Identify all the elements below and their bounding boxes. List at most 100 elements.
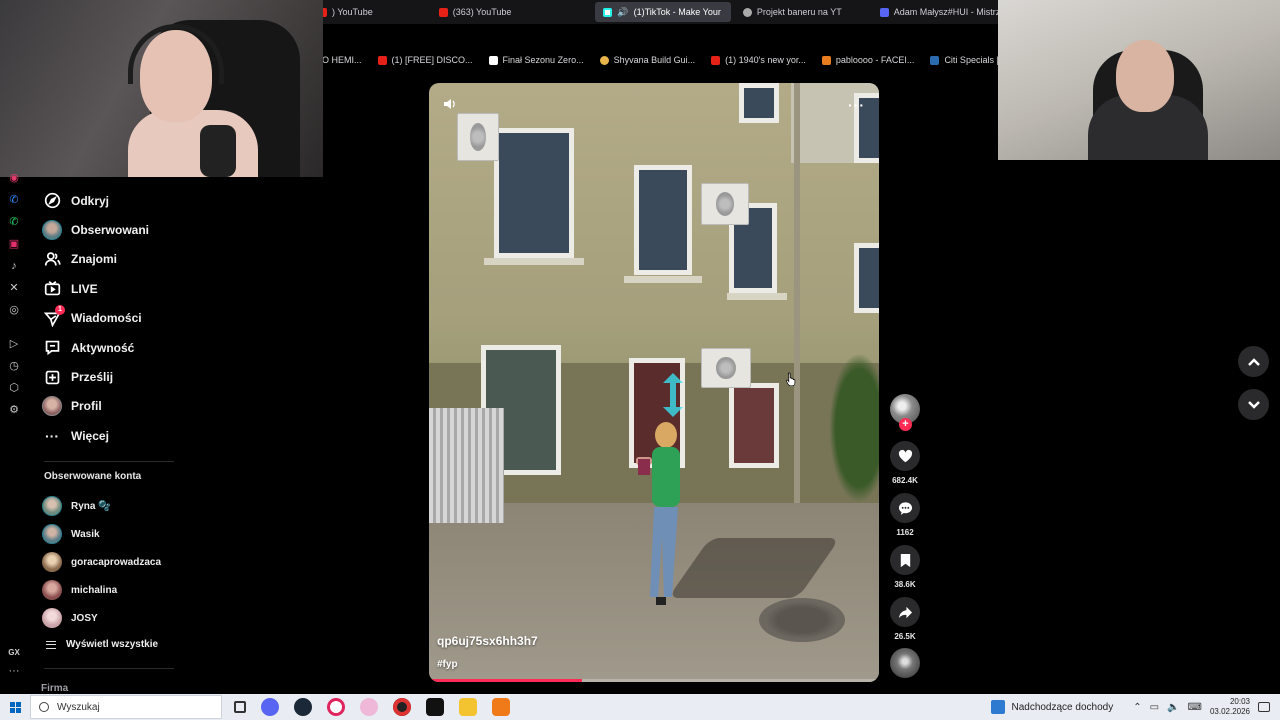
show-all-button[interactable]: Wyświetl wszystkie bbox=[46, 639, 158, 650]
tab-label: Projekt baneru na YT bbox=[756, 7, 842, 17]
sidebar-item-wiadomosci[interactable]: 1 Wiadomości bbox=[40, 304, 200, 333]
sidebar-item-obserwowani[interactable]: Obserwowani bbox=[40, 215, 200, 244]
task-view-icon[interactable] bbox=[234, 701, 246, 713]
more-icon[interactable]: ··· bbox=[8, 665, 20, 677]
author-avatar[interactable]: + bbox=[890, 394, 920, 431]
volume-icon[interactable]: 🔈 bbox=[1167, 702, 1179, 713]
network-icon[interactable]: ▭ bbox=[1150, 702, 1159, 713]
bookmark-item[interactable]: Finał Sezonu Zero... bbox=[488, 55, 584, 65]
clock-date: 03.02.2026 bbox=[1209, 707, 1250, 716]
sidebar-item-znajomi[interactable]: Znajomi bbox=[40, 245, 200, 274]
notifications-icon[interactable] bbox=[1258, 702, 1270, 712]
sidebar-item-aktywnosc[interactable]: Aktywność bbox=[40, 333, 200, 362]
video-scene-window bbox=[729, 383, 779, 468]
system-clock[interactable]: 20:03 03.02.2026 bbox=[1210, 697, 1250, 717]
upload-icon bbox=[42, 367, 62, 387]
avatar bbox=[42, 552, 62, 572]
sidebar-item-odkryj[interactable]: Odkryj bbox=[40, 186, 200, 215]
terminal-app-icon[interactable] bbox=[426, 698, 444, 716]
history-icon[interactable]: ◷ bbox=[8, 360, 20, 372]
followed-account[interactable]: goracaprowadzaca bbox=[42, 548, 202, 576]
orange-app-icon[interactable] bbox=[492, 698, 510, 716]
video-scene-ac-unit bbox=[701, 183, 749, 225]
bookmark-item[interactable]: (1) [FREE] DISCO... bbox=[377, 55, 473, 65]
followed-account[interactable]: JOSY bbox=[42, 604, 202, 632]
music-disc-avatar[interactable] bbox=[890, 648, 920, 678]
tab-label: Adam Małysz#HUI - Mistrz bbox=[893, 7, 1001, 17]
player-icon[interactable]: ▷ bbox=[8, 338, 20, 350]
video-player[interactable]: ··· qp6uj75sx6hh3h7 #fyp bbox=[429, 83, 879, 682]
avatar bbox=[42, 524, 62, 544]
account-name: Wasik bbox=[71, 528, 100, 540]
extensions-icon[interactable]: ⬡ bbox=[8, 382, 20, 394]
avatar bbox=[42, 608, 62, 628]
sidebar-item-label: Więcej bbox=[71, 428, 109, 443]
news-widget[interactable]: Nadchodzące dochody bbox=[991, 700, 1113, 714]
steam-app-icon[interactable] bbox=[294, 698, 312, 716]
start-button[interactable] bbox=[0, 694, 30, 720]
bookmark-item[interactable]: pabloooo - FACEI... bbox=[821, 55, 915, 65]
save-count: 38.6K bbox=[894, 580, 916, 589]
tab-discord[interactable]: Adam Małysz#HUI - Mistrz bbox=[872, 2, 1011, 22]
share-action: 26.5K bbox=[888, 597, 922, 642]
video-scene-person bbox=[636, 422, 680, 605]
avatar bbox=[42, 220, 62, 241]
sidebar-item-przeslij[interactable]: Prześlij bbox=[40, 362, 200, 391]
bookmark-item[interactable]: O HEMI... bbox=[322, 55, 362, 65]
chevron-down-icon bbox=[1247, 400, 1260, 409]
volume-icon[interactable] bbox=[443, 97, 457, 111]
followed-account[interactable]: Ryna 🫧 bbox=[42, 492, 202, 520]
sidebar-item-profil[interactable]: Profil bbox=[40, 392, 200, 421]
bookmark-item[interactable]: (1) 1940's new yor... bbox=[711, 55, 806, 65]
chevron-up-icon[interactable]: ⌃ bbox=[1133, 702, 1141, 713]
streamer-body bbox=[128, 110, 258, 177]
bookmark-label: Finał Sezonu Zero... bbox=[502, 55, 584, 65]
instagram-icon[interactable]: ◉ bbox=[8, 172, 20, 184]
discord-icon[interactable]: ◎ bbox=[8, 304, 20, 316]
snipping-tool-app-icon[interactable] bbox=[360, 698, 378, 716]
account-name: goracaprowadzaca bbox=[71, 556, 162, 568]
sidebar-item-live[interactable]: LIVE bbox=[40, 274, 200, 303]
tab-tiktok[interactable]: 🔊 (1)TikTok - Make Your bbox=[595, 2, 731, 22]
video-author-username[interactable]: qp6uj75sx6hh3h7 bbox=[437, 634, 538, 648]
tab-youtube-2[interactable]: (363) YouTube bbox=[431, 2, 522, 22]
tab-projekt[interactable]: Projekt baneru na YT bbox=[735, 2, 852, 22]
taskbar-search[interactable]: Wyszukaj bbox=[30, 695, 222, 719]
sidebar-item-label: Prześlij bbox=[71, 370, 114, 385]
obs-app-icon[interactable] bbox=[393, 698, 411, 716]
tiktok-sidebar-nav: Odkryj Obserwowani Znajomi LIVE 1 Wiadom… bbox=[40, 186, 200, 451]
globe-icon bbox=[742, 7, 752, 17]
next-video-button[interactable] bbox=[1238, 389, 1269, 420]
settings-icon[interactable]: ⚙ bbox=[8, 404, 20, 416]
file-explorer-app-icon[interactable] bbox=[459, 698, 477, 716]
like-button[interactable] bbox=[890, 441, 920, 471]
x-icon[interactable]: ✕ bbox=[8, 282, 20, 294]
discord-app-icon[interactable] bbox=[261, 698, 279, 716]
more-options-button[interactable]: ··· bbox=[848, 97, 865, 113]
bookmark-item[interactable]: Shyvana Build Gui... bbox=[599, 55, 695, 65]
followed-account[interactable]: Wasik bbox=[42, 520, 202, 548]
share-button[interactable] bbox=[890, 597, 920, 627]
lol-icon bbox=[599, 55, 609, 65]
save-button[interactable] bbox=[890, 545, 920, 575]
whatsapp-icon[interactable]: ✆ bbox=[8, 216, 20, 228]
bookmark-label: pabloooo - FACEI... bbox=[835, 55, 915, 65]
video-hashtag[interactable]: #fyp bbox=[437, 659, 458, 670]
followed-accounts-title: Obserwowane konta bbox=[44, 471, 142, 482]
previous-video-button[interactable] bbox=[1238, 346, 1269, 377]
taskbar-apps bbox=[234, 698, 510, 716]
keyboard-icon[interactable]: ⌨ bbox=[1188, 702, 1202, 713]
browser-sidebar-strip: ◉ ✆ ✆ ▣ ♪ ✕ ◎ ▷ ◷ ⬡ ⚙ GX ··· bbox=[0, 168, 28, 694]
sidebar-item-wiecej[interactable]: ··· Więcej bbox=[40, 421, 200, 450]
messenger-icon[interactable]: ✆ bbox=[8, 194, 20, 206]
avatar bbox=[42, 396, 62, 417]
windows-taskbar: Wyszukaj Nadchodzące dochody ⌃ ▭ 🔈 ⌨ 20:… bbox=[0, 694, 1280, 720]
video-progress-bar[interactable] bbox=[429, 679, 879, 682]
comment-button[interactable] bbox=[890, 493, 920, 523]
show-all-label: Wyświetl wszystkie bbox=[66, 639, 159, 650]
opera-gx-app-icon[interactable] bbox=[327, 698, 345, 716]
follow-button[interactable]: + bbox=[899, 418, 912, 431]
followed-account[interactable]: michalina bbox=[42, 576, 202, 604]
instagram-icon[interactable]: ▣ bbox=[8, 238, 20, 250]
tiktok-icon[interactable]: ♪ bbox=[8, 260, 20, 272]
